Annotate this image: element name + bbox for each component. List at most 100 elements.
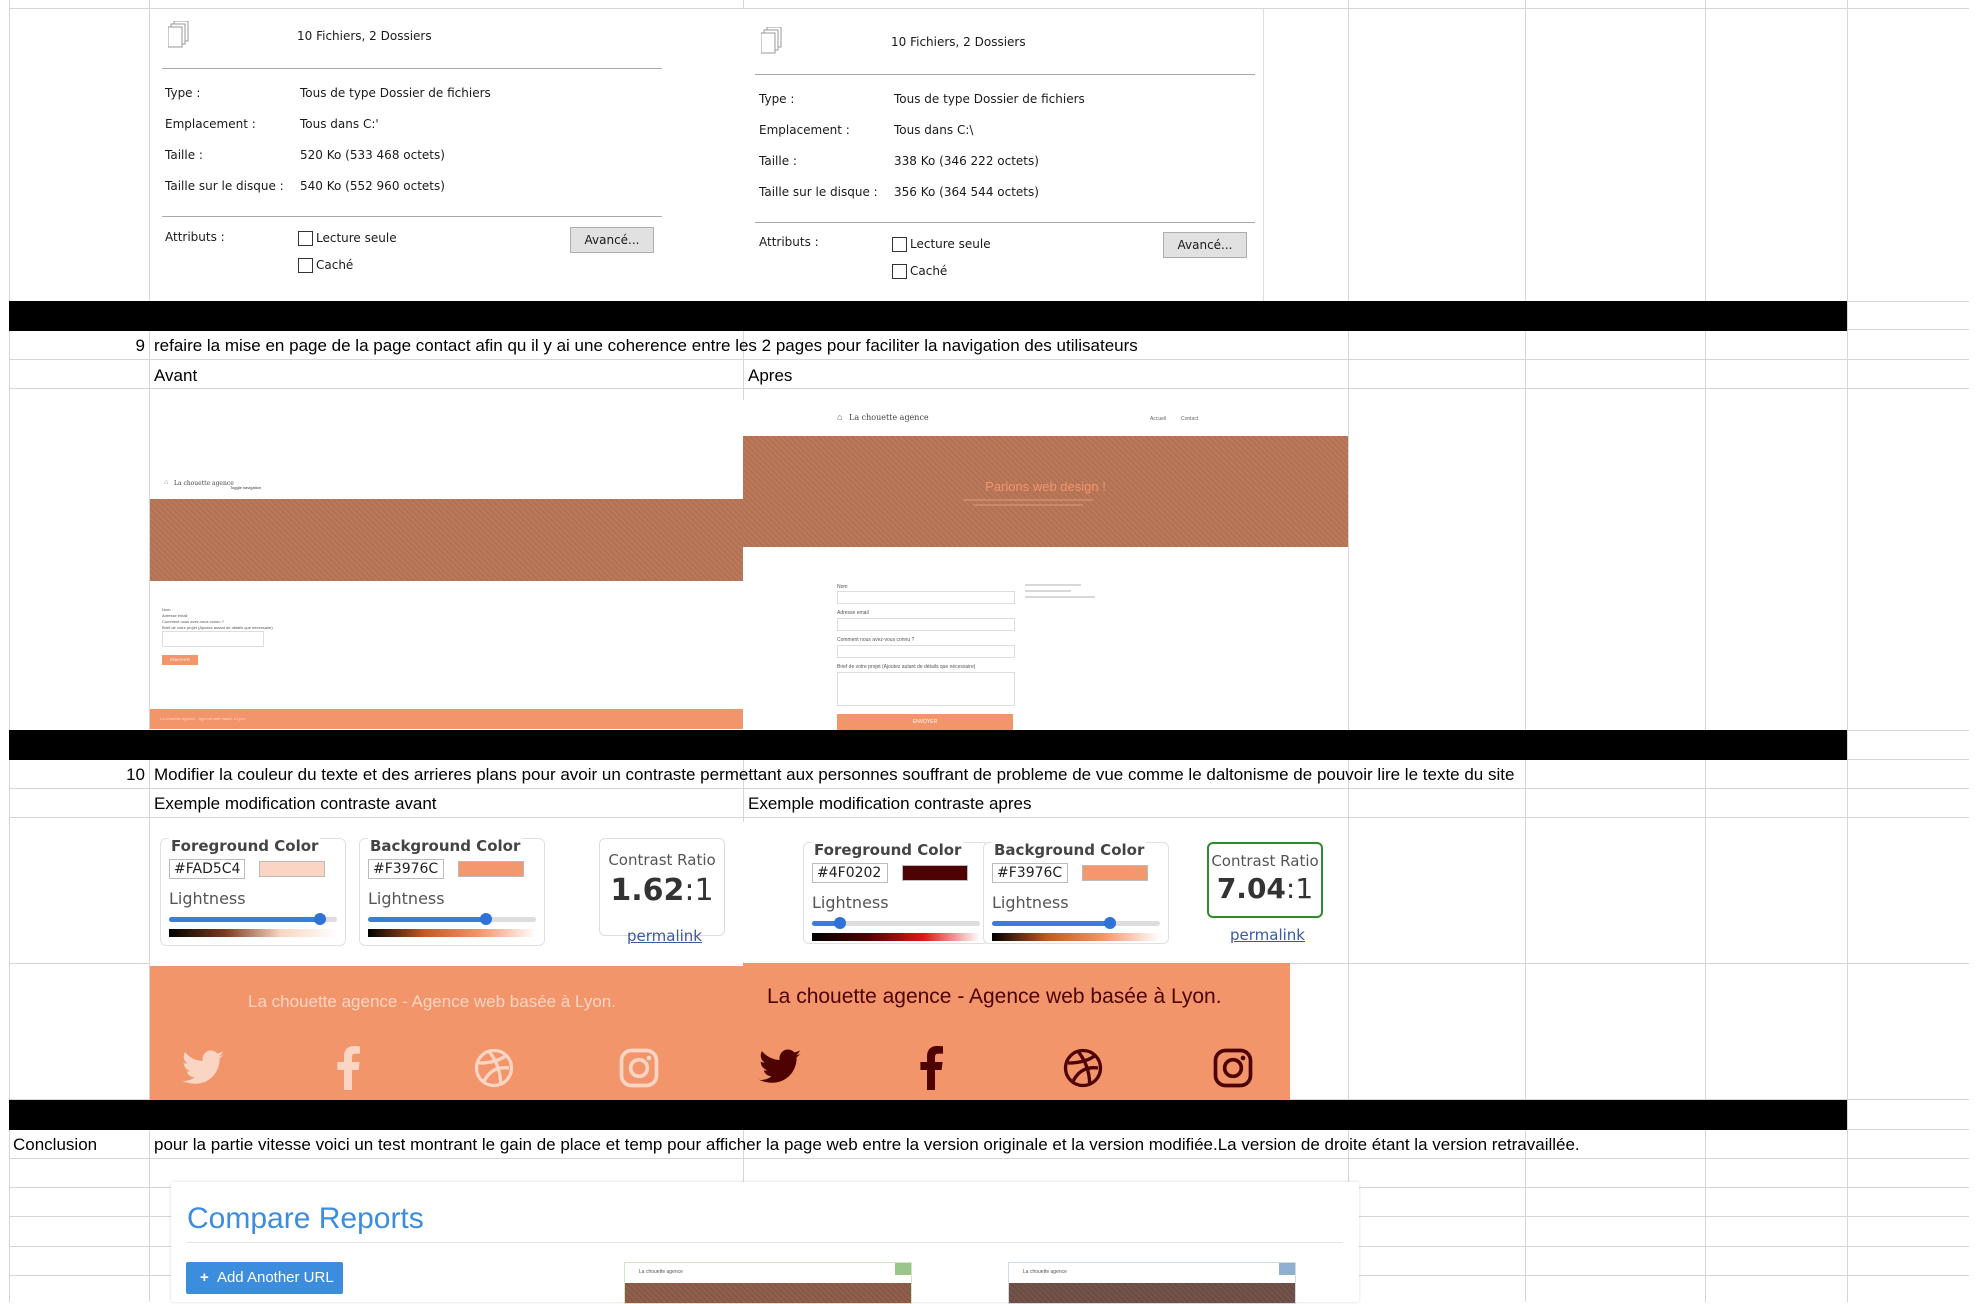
after-label: Apres bbox=[748, 366, 793, 385]
permalink-link[interactable]: permalink bbox=[1230, 926, 1305, 944]
grid-row-line bbox=[9, 359, 1969, 360]
foreground-swatch[interactable] bbox=[259, 861, 325, 877]
foreground-color-panel: Foreground Color #FAD5C4 Lightness bbox=[160, 837, 346, 946]
thumbnail-hero bbox=[625, 1283, 911, 1303]
disk-size-label: Taille sur le disque : bbox=[165, 179, 284, 193]
type-value: Tous de type Dossier de fichiers bbox=[894, 92, 1085, 106]
owl-logo-icon: ⌂ bbox=[164, 479, 169, 486]
contrast-ratio-box: Contrast Ratio 1.62:1 bbox=[599, 838, 725, 936]
foreground-color-panel: Foreground Color #4F0202 Lightness bbox=[803, 841, 989, 944]
plus-icon: + bbox=[200, 1269, 209, 1286]
contact-page-after-screenshot: ⌂ La chouette agence Accueil Contact Par… bbox=[743, 400, 1348, 730]
site-logo: La chouette agence bbox=[174, 480, 234, 487]
hero-subtitle-line bbox=[963, 499, 1093, 501]
lightness-slider-knob[interactable] bbox=[480, 913, 492, 925]
lightness-label: Lightness bbox=[812, 893, 889, 912]
add-url-button[interactable]: + Add Another URL bbox=[186, 1262, 343, 1294]
size-label: Taille : bbox=[759, 154, 797, 168]
conclusion-label: Conclusion bbox=[13, 1135, 98, 1154]
twitter-icon bbox=[759, 1049, 801, 1083]
dribbble-icon bbox=[1063, 1048, 1103, 1088]
grid-row-line bbox=[9, 1158, 1969, 1159]
hidden-label: Caché bbox=[910, 264, 948, 278]
lightness-slider[interactable] bbox=[169, 913, 337, 925]
report-thumbnail: La chouette agence bbox=[624, 1262, 912, 1304]
location-value: Tous dans C:' bbox=[300, 117, 379, 131]
foreground-hex-input[interactable]: #FAD5C4 bbox=[169, 859, 245, 879]
type-label: Type : bbox=[165, 86, 201, 100]
background-hex-input[interactable]: #F3976C bbox=[992, 863, 1068, 883]
thumbnail-logo: La chouette agence bbox=[639, 1269, 683, 1275]
thumbnail-nav-bar bbox=[1279, 1263, 1295, 1275]
readonly-checkbox[interactable] bbox=[298, 231, 313, 246]
add-url-label: Add Another URL bbox=[216, 1269, 334, 1286]
row-number: 9 bbox=[135, 336, 145, 355]
lightness-slider-fill bbox=[368, 917, 486, 922]
permalink-link[interactable]: permalink bbox=[627, 927, 702, 945]
lightness-slider-fill bbox=[169, 917, 321, 922]
form-label-source: Comment nous avez-vous connu ? bbox=[837, 637, 915, 643]
advanced-button[interactable]: Avancé... bbox=[1163, 232, 1247, 258]
footer-text: La chouette agence - Agence web basée à … bbox=[160, 716, 246, 721]
summary-text: 10 Fichiers, 2 Dossiers bbox=[891, 35, 1026, 49]
form-label-name: Nom bbox=[837, 584, 848, 590]
lightness-slider[interactable] bbox=[992, 917, 1160, 929]
form-input bbox=[837, 618, 1015, 631]
background-title: Background Color bbox=[992, 841, 1147, 859]
background-swatch[interactable] bbox=[458, 861, 524, 877]
location-value: Tous dans C:\ bbox=[894, 123, 974, 137]
lightness-label: Lightness bbox=[368, 889, 445, 908]
contrast-checker-after: Foreground Color #4F0202 Lightness Backg… bbox=[743, 822, 1348, 962]
advanced-button[interactable]: Avancé... bbox=[570, 227, 654, 253]
form-label-email: Adresse email bbox=[162, 613, 188, 618]
lightness-gradient bbox=[368, 929, 536, 937]
attributes-label: Attributs : bbox=[165, 230, 225, 244]
footer-after: La chouette agence - Agence web basée à … bbox=[743, 963, 1290, 1100]
lightness-gradient bbox=[169, 929, 337, 937]
hidden-checkbox[interactable] bbox=[892, 264, 907, 279]
instagram-icon bbox=[619, 1048, 659, 1088]
size-label: Taille : bbox=[165, 148, 203, 162]
contact-info-line bbox=[1025, 584, 1081, 586]
nav-contact: Contact bbox=[1181, 416, 1199, 422]
lightness-slider-knob[interactable] bbox=[314, 913, 326, 925]
disk-size-label: Taille sur le disque : bbox=[759, 185, 878, 199]
readonly-checkbox[interactable] bbox=[892, 237, 907, 252]
section-divider bbox=[9, 1100, 1847, 1130]
footer-text: La chouette agence - Agence web basée à … bbox=[248, 992, 616, 1011]
hidden-checkbox[interactable] bbox=[298, 258, 313, 273]
contrast-ratio-value: 7.04:1 bbox=[1209, 872, 1321, 905]
section-divider bbox=[9, 301, 1847, 331]
foreground-swatch[interactable] bbox=[902, 865, 968, 881]
properties-panel-right: 10 Fichiers, 2 Dossiers Type : Tous de t… bbox=[743, 9, 1264, 301]
contact-info-line bbox=[1025, 596, 1095, 598]
twitter-icon bbox=[182, 1050, 224, 1084]
hero-subtitle-line bbox=[973, 504, 1083, 506]
hero-banner: Parlons web design ! bbox=[743, 436, 1348, 547]
lightness-slider-knob[interactable] bbox=[1104, 917, 1116, 929]
hero-banner bbox=[150, 499, 743, 581]
lightness-slider-knob[interactable] bbox=[834, 917, 846, 929]
lightness-slider[interactable] bbox=[368, 913, 536, 925]
background-color-panel: Background Color #F3976C Lightness bbox=[359, 837, 545, 946]
readonly-label: Lecture seule bbox=[316, 231, 397, 245]
before-label: Exemple modification contraste avant bbox=[154, 794, 437, 813]
foreground-title: Foreground Color bbox=[169, 837, 321, 855]
facebook-icon bbox=[920, 1046, 943, 1090]
conclusion-text: pour la partie vitesse voici un test mon… bbox=[154, 1135, 1580, 1154]
background-color-panel: Background Color #F3976C Lightness bbox=[983, 841, 1169, 944]
ratio-suffix: :1 bbox=[1285, 872, 1314, 905]
type-label: Type : bbox=[759, 92, 795, 106]
divider bbox=[162, 216, 662, 217]
background-swatch[interactable] bbox=[1082, 865, 1148, 881]
thumbnail-hero bbox=[1009, 1283, 1295, 1303]
form-label-email: Adresse email bbox=[837, 610, 869, 616]
form-label-name: Nom bbox=[162, 607, 171, 612]
grid-row-line bbox=[9, 788, 1969, 789]
files-icon bbox=[168, 21, 189, 48]
background-hex-input[interactable]: #F3976C bbox=[368, 859, 444, 879]
foreground-hex-input[interactable]: #4F0202 bbox=[812, 863, 888, 883]
location-label: Emplacement : bbox=[165, 117, 256, 131]
thumbnail-logo: La chouette agence bbox=[1023, 1269, 1067, 1275]
lightness-slider[interactable] bbox=[812, 917, 980, 929]
